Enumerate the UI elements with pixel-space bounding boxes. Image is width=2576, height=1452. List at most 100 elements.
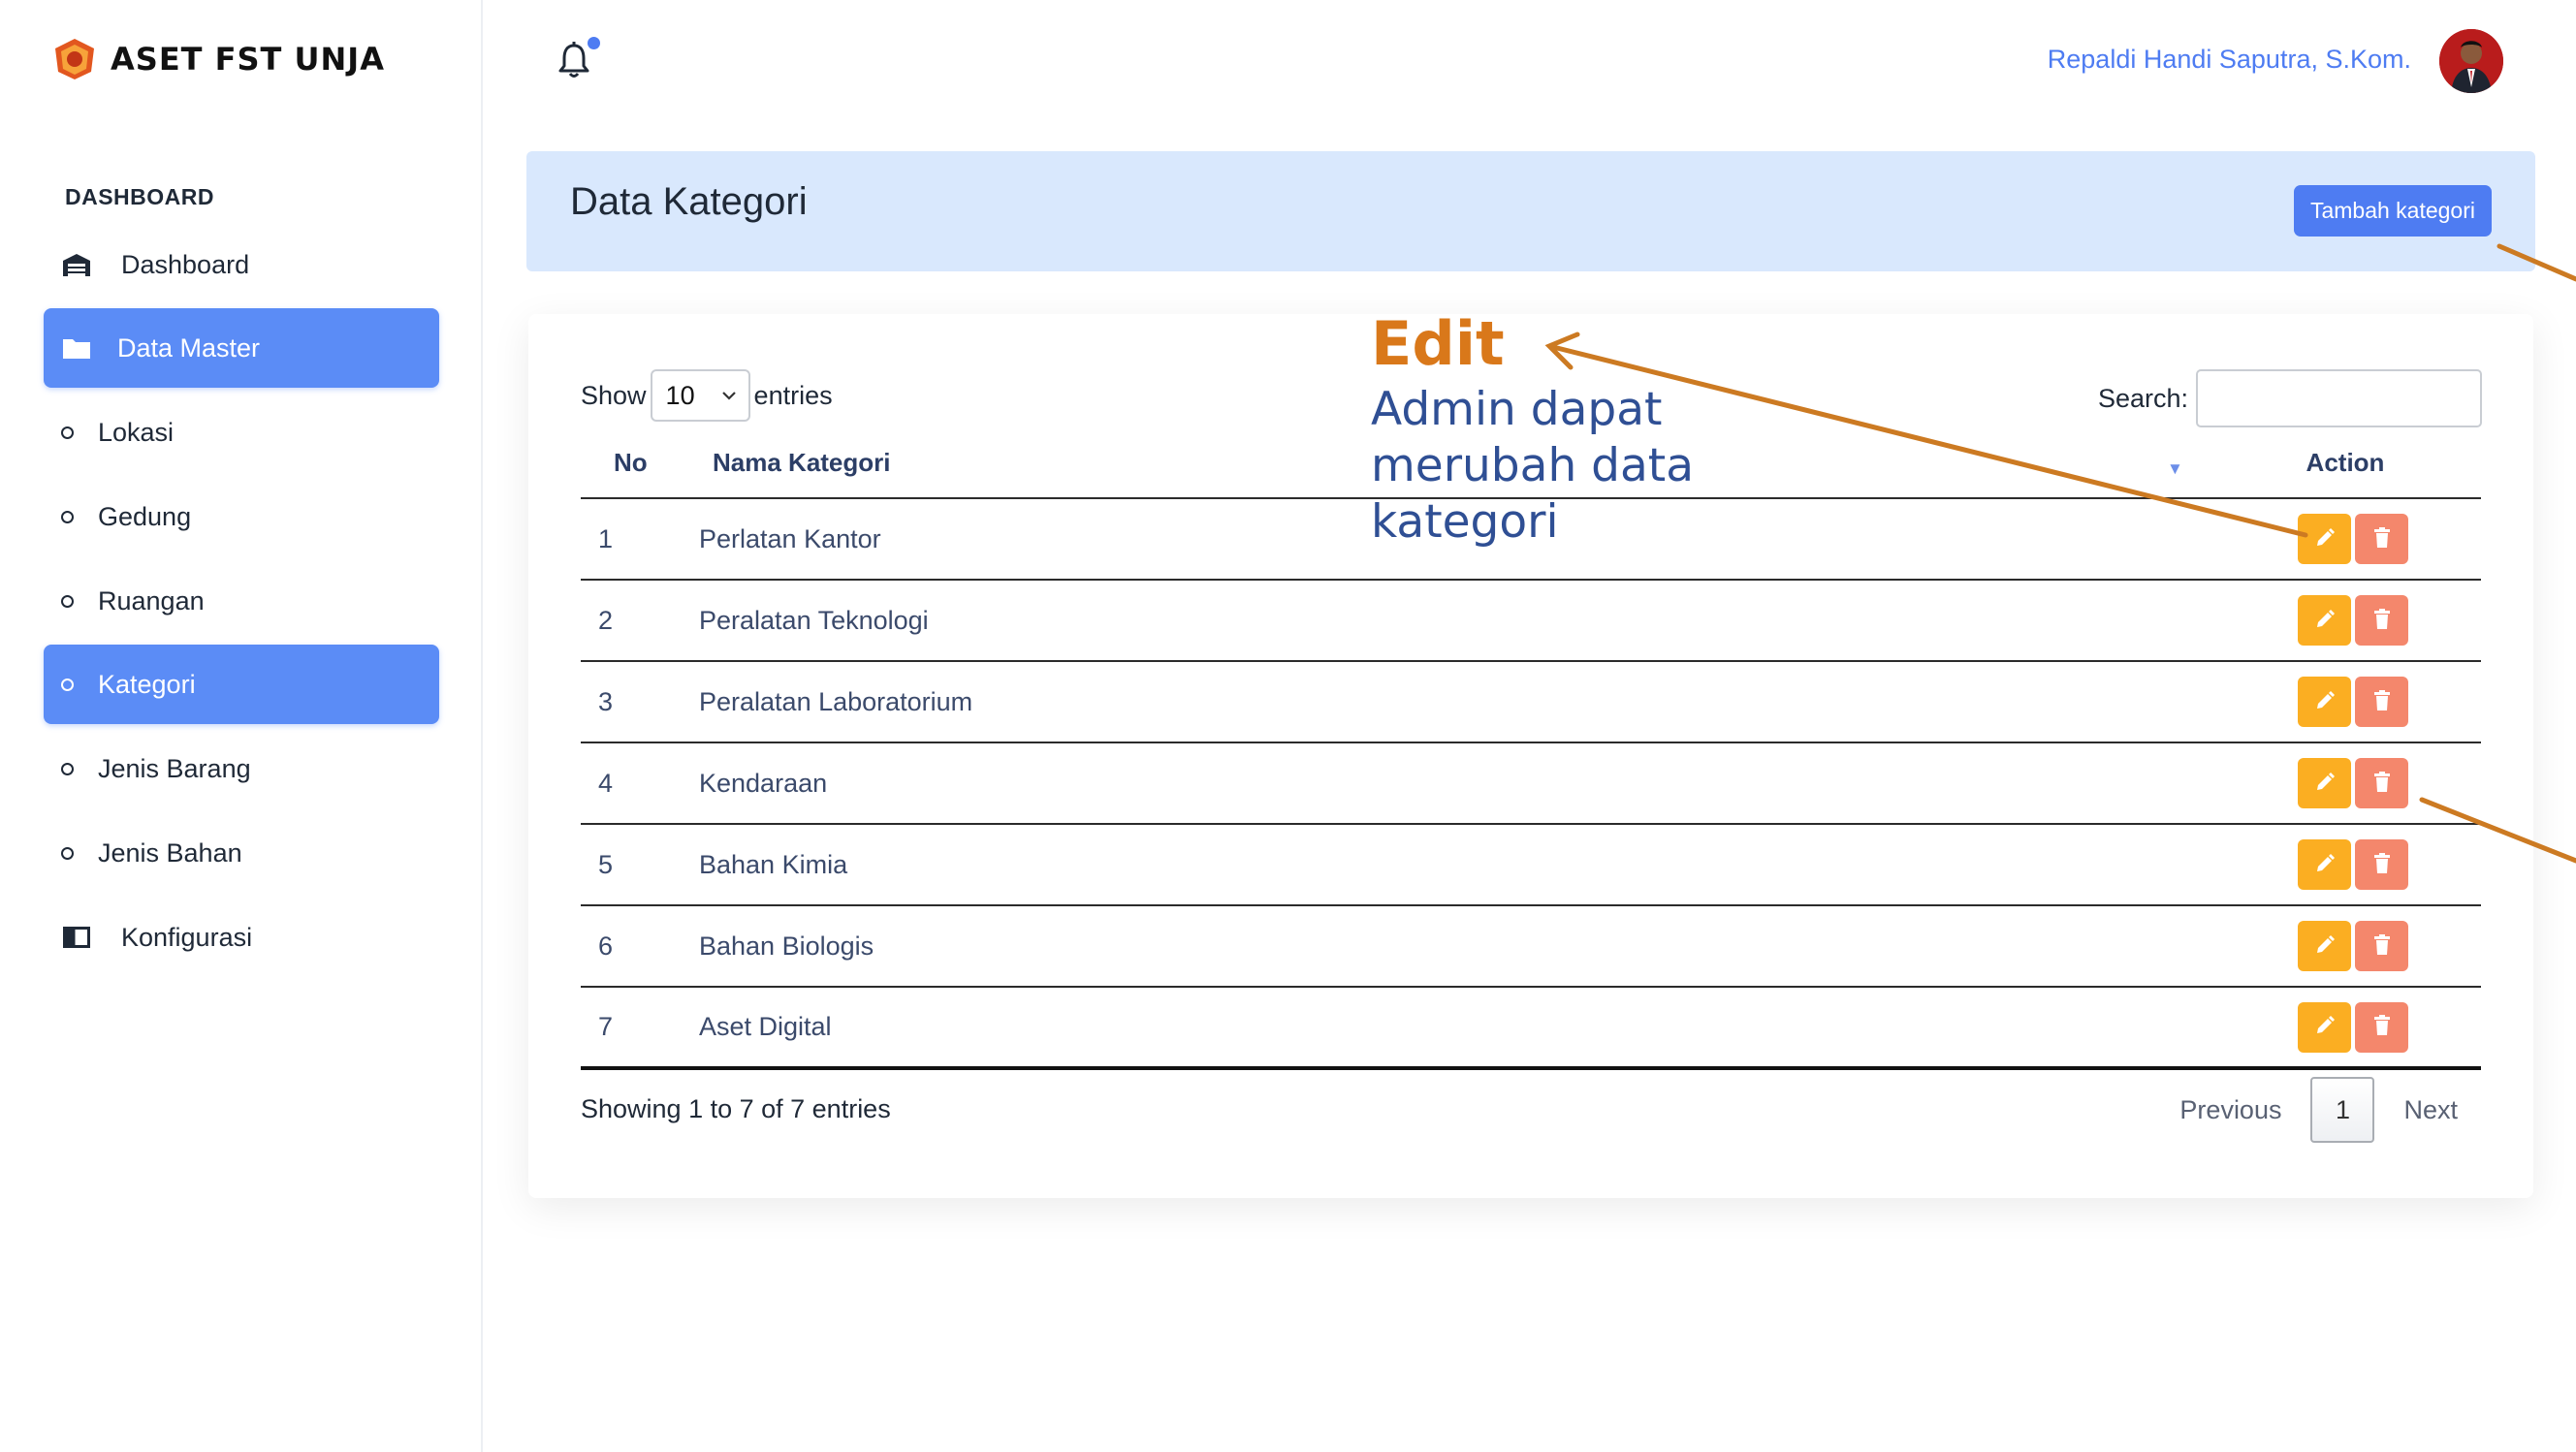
- row-number: 7: [581, 987, 699, 1070]
- delete-button[interactable]: [2355, 514, 2408, 564]
- edit-button[interactable]: [2298, 1001, 2351, 1053]
- bullet-icon: [61, 510, 74, 523]
- pencil-icon: [2313, 933, 2337, 960]
- chevron-down-icon: [721, 392, 736, 400]
- row-category-name: Bahan Kimia: [699, 824, 2210, 906]
- sidebar-item-dashboard[interactable]: Dashboard: [44, 225, 439, 304]
- sidebar-item-jenis-barang[interactable]: Jenis Barang: [44, 729, 439, 808]
- bullet-icon: [61, 594, 74, 608]
- row-number: 1: [581, 498, 699, 581]
- delete-button[interactable]: [2355, 595, 2408, 646]
- length-label-before: Show: [581, 380, 647, 410]
- row-category-name: Peralatan Teknologi: [699, 580, 2210, 662]
- pencil-icon: [2313, 689, 2337, 715]
- trash-icon: [2371, 689, 2393, 715]
- edit-button[interactable]: [2298, 839, 2351, 890]
- bullet-icon: [61, 762, 74, 775]
- university-logo-icon: [55, 39, 94, 79]
- row-actions: [2210, 498, 2481, 581]
- edit-button[interactable]: [2298, 514, 2351, 564]
- brand[interactable]: ASET FST UNJA: [52, 37, 385, 81]
- sidebar-item-konfigurasi[interactable]: Konfigurasi: [44, 898, 439, 977]
- bullet-icon: [61, 678, 74, 691]
- sidebar-item-kategori[interactable]: Kategori: [44, 645, 439, 724]
- sidebar-item-data-master[interactable]: Data Master: [44, 308, 439, 388]
- sidebar-section-title: DASHBOARD: [65, 184, 214, 209]
- delete-button[interactable]: [2355, 1001, 2408, 1053]
- row-category-name: Peralatan Laboratorium: [699, 661, 2210, 743]
- edit-button[interactable]: [2298, 758, 2351, 808]
- pencil-icon: [2313, 771, 2337, 797]
- column-header-name-label: Nama Kategori: [713, 448, 891, 477]
- page-title: Data Kategori: [570, 180, 808, 223]
- page-1-button[interactable]: 1: [2310, 1077, 2375, 1143]
- user-name[interactable]: Repaldi Handi Saputra, S.Kom.: [2048, 45, 2411, 75]
- sidebar-item-ruangan[interactable]: Ruangan: [44, 561, 439, 641]
- sidebar-item-label: Lokasi: [98, 417, 175, 447]
- notification-button[interactable]: [557, 37, 600, 83]
- previous-page-button[interactable]: Previous: [2179, 1095, 2281, 1125]
- entries-select[interactable]: 10: [650, 369, 750, 422]
- sidebar-item-label: Ruangan: [98, 585, 205, 616]
- trash-icon: [2371, 771, 2393, 797]
- row-number: 5: [581, 824, 699, 906]
- table-row: 7 Aset Digital: [581, 987, 2481, 1070]
- sidebar-item-gedung[interactable]: Gedung: [44, 477, 439, 556]
- trash-icon: [2371, 608, 2393, 634]
- sidebar: ASET FST UNJA DASHBOARD Dashboard Data M…: [0, 0, 483, 1452]
- sidebar-item-label: Data Master: [117, 332, 261, 363]
- row-category-name: Kendaraan: [699, 742, 2210, 825]
- add-category-button[interactable]: Tambah kategori: [2293, 185, 2492, 237]
- delete-button[interactable]: [2355, 758, 2408, 808]
- trash-icon: [2371, 852, 2393, 878]
- edit-button[interactable]: [2298, 677, 2351, 727]
- delete-button[interactable]: [2355, 921, 2408, 971]
- row-category-name: Bahan Biologis: [699, 905, 2210, 988]
- entries-select-value: 10: [665, 380, 695, 410]
- row-number: 3: [581, 661, 699, 743]
- sidebar-item-label: Dashboard: [121, 249, 250, 279]
- sidebar-item-jenis-bahan[interactable]: Jenis Bahan: [44, 813, 439, 893]
- delete-button[interactable]: [2355, 677, 2408, 727]
- pencil-icon: [2313, 1014, 2337, 1040]
- row-number: 4: [581, 742, 699, 825]
- avatar[interactable]: [2439, 29, 2503, 93]
- notification-dot: [588, 37, 600, 49]
- table-row: 3 Peralatan Laboratorium: [581, 661, 2481, 743]
- bell-icon: [558, 42, 589, 78]
- table-search: Search:: [2098, 369, 2482, 427]
- row-actions: [2210, 905, 2481, 988]
- next-page-button[interactable]: Next: [2403, 1095, 2458, 1125]
- search-input[interactable]: [2196, 369, 2482, 427]
- pencil-icon: [2313, 608, 2337, 634]
- sidebar-item-label: Konfigurasi: [121, 922, 253, 952]
- edit-button[interactable]: [2298, 921, 2351, 971]
- column-header-action-label: Action: [2306, 448, 2385, 477]
- row-actions: [2210, 987, 2481, 1070]
- row-number: 2: [581, 580, 699, 662]
- trash-icon: [2371, 526, 2393, 552]
- delete-button[interactable]: [2355, 839, 2408, 890]
- folder-icon: [60, 334, 93, 362]
- annotation-body: Admin dapat merubah data kategori: [1371, 383, 1695, 549]
- page-header: Data Kategori Tambah kategori: [526, 151, 2535, 271]
- entries-length-control: Show 10 entries: [581, 369, 833, 422]
- table-row: 5 Bahan Kimia: [581, 824, 2481, 906]
- trash-icon: [2371, 933, 2393, 960]
- row-actions: [2210, 580, 2481, 662]
- row-actions: [2210, 742, 2481, 825]
- row-actions: [2210, 824, 2481, 906]
- table-row: 2 Peralatan Teknologi: [581, 580, 2481, 662]
- length-label-after: entries: [753, 380, 833, 410]
- warehouse-icon: [60, 251, 93, 278]
- table-row: 6 Bahan Biologis: [581, 905, 2481, 988]
- brand-name: ASET FST UNJA: [111, 41, 385, 78]
- sidebar-item-label: Kategori: [98, 669, 196, 699]
- sidebar-item-lokasi[interactable]: Lokasi: [44, 393, 439, 472]
- row-number: 6: [581, 905, 699, 988]
- column-header-no[interactable]: No: [581, 428, 699, 499]
- row-actions: [2210, 661, 2481, 743]
- edit-button[interactable]: [2298, 595, 2351, 646]
- sort-desc-icon[interactable]: ▼: [2167, 459, 2183, 479]
- pagination: Previous 1 Next: [2179, 1077, 2458, 1143]
